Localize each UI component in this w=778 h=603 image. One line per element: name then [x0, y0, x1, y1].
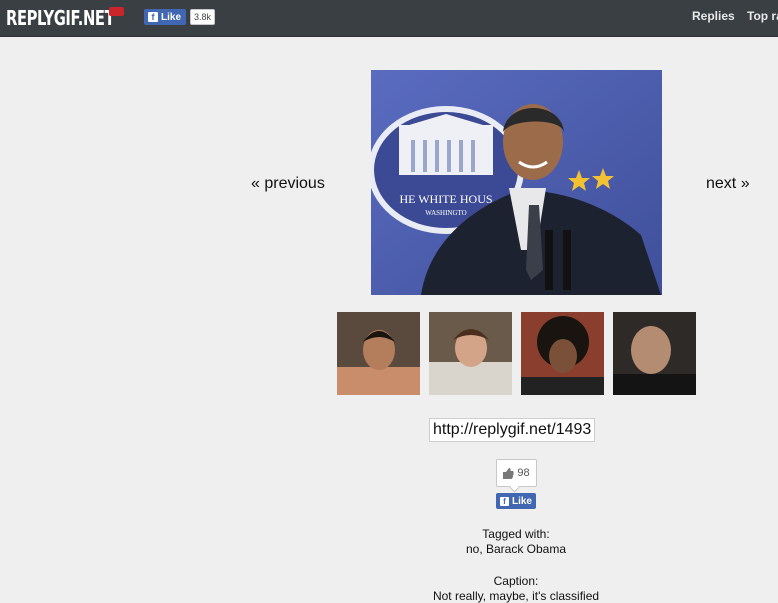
- thumbs-up-icon: [503, 467, 515, 479]
- next-link[interactable]: next »: [706, 175, 750, 193]
- top-bar: REPLYGIF.NET f Like 3.8k Replies Top ra: [0, 0, 778, 37]
- podium-text: HE WHITE HOUS: [399, 192, 492, 206]
- facebook-like-label: Like: [161, 11, 182, 23]
- tags-heading: Tagged with:: [482, 527, 550, 541]
- podium-subtext: WASHINGTO: [425, 209, 466, 217]
- thumbnail[interactable]: [613, 312, 696, 395]
- facebook-like-label: Like: [511, 495, 532, 507]
- facebook-like-count: 3.8k: [190, 9, 216, 25]
- caption-value: Not really, maybe, it's classified: [432, 589, 600, 603]
- like-count-bubble: 98: [496, 459, 537, 487]
- nav-top-rated[interactable]: Top ra: [747, 9, 778, 23]
- nav-replies[interactable]: Replies: [692, 9, 735, 23]
- logo-mark-icon: [109, 7, 124, 16]
- thumbnail[interactable]: [521, 312, 604, 395]
- site-logo[interactable]: REPLYGIF.NET: [6, 5, 115, 31]
- facebook-like-button-gif[interactable]: f Like: [496, 493, 536, 509]
- facebook-like-button[interactable]: f Like: [144, 9, 187, 25]
- gif-url-field[interactable]: http://replygif.net/1493: [429, 418, 596, 442]
- thumbnail[interactable]: [429, 312, 512, 395]
- caption-heading: Caption:: [493, 574, 539, 588]
- previous-link[interactable]: « previous: [251, 175, 325, 193]
- tags-value[interactable]: no, Barack Obama: [416, 542, 616, 556]
- thumbnail[interactable]: [337, 312, 420, 395]
- facebook-icon: f: [499, 496, 509, 506]
- main-gif: HE WHITE HOUS WASHINGTO: [371, 70, 662, 295]
- like-count: 98: [517, 467, 530, 479]
- facebook-icon: f: [148, 12, 158, 22]
